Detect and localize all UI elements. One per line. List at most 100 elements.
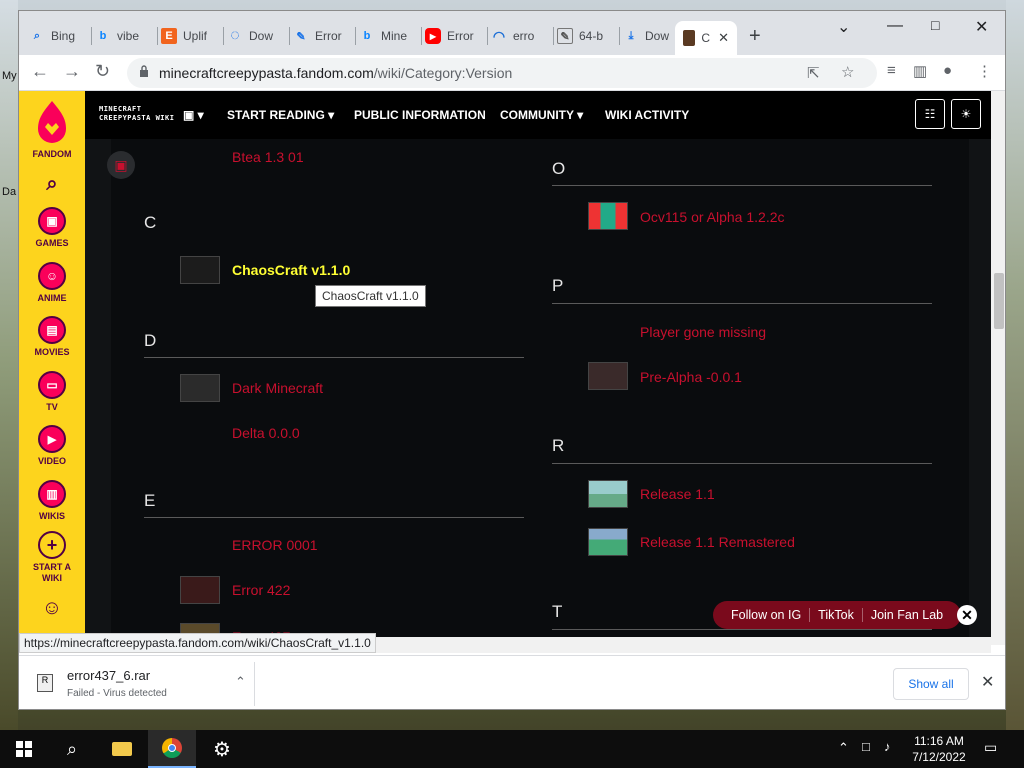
back-button[interactable]: ← (31, 61, 49, 82)
system-clock[interactable]: 11:16 AM 7/12/2022 (904, 733, 974, 765)
settings-gear-icon[interactable]: ⚙ (198, 730, 246, 768)
explore-menu-icon[interactable]: ▣ ▾ (183, 108, 204, 122)
lock-icon[interactable]: ▣ (107, 151, 135, 179)
chrome-icon[interactable] (148, 730, 196, 768)
entry-thumbnail[interactable] (588, 528, 628, 556)
tab-active-minecraft[interactable]: C ✕ (675, 21, 737, 55)
category-entry-link[interactable]: Ocv115 or Alpha 1.2.2c (640, 209, 785, 225)
category-entry-link[interactable]: ERROR 0001 (232, 537, 318, 553)
category-entry-link[interactable]: Dark Minecraft (232, 380, 323, 396)
windows-start-icon[interactable] (0, 730, 48, 768)
chevron-up-icon[interactable]: ⌃ (235, 674, 246, 690)
profile-icon[interactable]: ● (943, 62, 952, 79)
entry-thumbnail[interactable] (588, 362, 628, 390)
tiktok-link[interactable]: TikTok (810, 608, 863, 622)
maximize-button[interactable]: □ (931, 17, 939, 33)
category-entry-link[interactable]: Player gone missing (640, 324, 766, 340)
menu-icon[interactable]: ⋮ (977, 62, 992, 80)
follow-ig-link[interactable]: Follow on IG (723, 608, 811, 622)
wiki-wordmark[interactable]: MINECRAFT CREEPYPASTA WIKI (99, 105, 174, 123)
tab-vibe[interactable]: b vibe (95, 23, 158, 49)
clock-date: 7/12/2022 (912, 750, 966, 764)
close-icon[interactable]: ✕ (957, 605, 977, 625)
discussions-icon[interactable]: ☷ (915, 99, 945, 129)
tab-error-1[interactable]: ✎ Error (293, 23, 356, 49)
entry-thumbnail[interactable] (588, 202, 628, 230)
theme-toggle-icon[interactable]: ☀ (951, 99, 981, 129)
join-fan-lab-link[interactable]: Join Fan Lab (863, 608, 951, 622)
reload-button[interactable]: ↻ (95, 61, 110, 82)
side-panel-icon[interactable]: ▥ (913, 62, 927, 80)
category-entry-link[interactable]: Pre-Alpha -0.0.1 (640, 369, 742, 385)
reading-list-icon[interactable]: ≡ (887, 62, 896, 79)
entry-thumbnail[interactable] (180, 576, 220, 604)
category-entry-link[interactable]: ChaosCraft v1.1.0 (232, 262, 350, 278)
edit-icon: ✎ (557, 28, 573, 44)
show-all-button[interactable]: Show all (893, 668, 969, 700)
tab-bing[interactable]: ⌕ Bing (29, 23, 92, 49)
rail-item-tv[interactable]: ▭ TV (19, 371, 85, 412)
rail-item-anime[interactable]: ☺ ANIME (19, 262, 85, 303)
download-status: Failed - Virus detected (67, 688, 167, 699)
minimize-button[interactable]: — (887, 17, 903, 35)
rail-item-wikis[interactable]: ▥ WIKIS (19, 480, 85, 521)
tray-chevron-icon[interactable]: ⌃ (838, 740, 849, 756)
section-divider (552, 463, 932, 464)
download-item[interactable]: R error437_6.rar Failed - Virus detected… (27, 662, 255, 706)
film-icon: ▤ (38, 316, 66, 344)
entry-thumbnail[interactable] (180, 374, 220, 402)
rail-item-movies[interactable]: ▤ MOVIES (19, 316, 85, 357)
category-entry-link[interactable]: Delta 0.0.0 (232, 425, 300, 441)
nav-wiki-activity[interactable]: WIKI ACTIVITY (605, 108, 689, 122)
rail-item-start-wiki[interactable]: + START A WIKI (19, 531, 85, 584)
anime-icon: ☺ (38, 262, 66, 290)
network-icon[interactable]: □ (862, 739, 870, 754)
nav-start-reading[interactable]: START READING ▾ (227, 108, 334, 122)
fandom-rail: FANDOM ⌕ ▣ GAMES ☺ ANIME ▤ MOVIES ▭ TV ▶… (19, 91, 85, 645)
volume-icon[interactable]: ♪ (884, 739, 891, 754)
forward-button[interactable]: → (63, 61, 81, 82)
vertical-scrollbar[interactable] (991, 91, 1005, 645)
browser-window: ⌕ Bing b vibe E Uplif ◌ Dow ✎ Error b Mi… (18, 10, 1006, 710)
category-entry-link[interactable]: Release 1.1 Remastered (640, 534, 795, 550)
close-tab-icon[interactable]: ✕ (718, 30, 729, 46)
nav-label: START READING (227, 108, 325, 122)
search-icon[interactable]: ⌕ (48, 730, 96, 768)
tab-mine[interactable]: b Mine (359, 23, 422, 49)
section-letter: O (552, 159, 566, 178)
file-explorer-icon[interactable] (98, 730, 146, 768)
entry-thumbnail[interactable] (588, 480, 628, 508)
desktop-icon-label[interactable]: My (2, 70, 17, 82)
rail-item-video[interactable]: ▶ VIDEO (19, 425, 85, 466)
tab-label: C (701, 31, 711, 45)
tab-error-youtube[interactable]: ▶ Error (425, 23, 488, 49)
loading-icon: ◌ (230, 27, 240, 44)
category-entry-link[interactable]: Btea 1.3 01 (232, 149, 304, 165)
tab-erro[interactable]: ◠ erro (491, 23, 554, 49)
nav-community[interactable]: COMMUNITY ▾ (500, 108, 583, 122)
close-icon[interactable]: ✕ (981, 672, 994, 692)
category-entry-link[interactable]: Error 422 (232, 582, 290, 598)
address-bar[interactable]: minecraftcreepypasta.fandom.com/wiki/Cat… (127, 58, 877, 88)
book-icon: ▥ (38, 480, 66, 508)
scrollbar-thumb[interactable] (994, 273, 1004, 329)
tab-uplif[interactable]: E Uplif (161, 23, 224, 49)
close-window-button[interactable]: ✕ (975, 17, 988, 37)
rail-item-games[interactable]: ▣ GAMES (19, 207, 85, 248)
desktop-icon-label[interactable]: Da (2, 186, 16, 198)
rail-label: MOVIES (34, 347, 70, 357)
category-entry-link[interactable]: Release 1.1 (640, 486, 715, 502)
notification-icon[interactable]: ▭ (984, 739, 997, 756)
search-icon[interactable]: ⌕ (19, 173, 85, 196)
nav-public-information[interactable]: PUBLIC INFORMATION (354, 108, 486, 122)
share-icon[interactable]: ⇱ (807, 64, 820, 82)
new-tab-button[interactable]: + (749, 25, 761, 48)
user-icon[interactable]: ☺ (19, 597, 85, 620)
fandom-logo[interactable]: FANDOM (19, 99, 85, 159)
tab-label: Error (447, 29, 474, 43)
tab-64b[interactable]: ✎ 64-b (557, 23, 620, 49)
star-icon[interactable]: ☆ (841, 63, 854, 81)
entry-thumbnail[interactable] (180, 256, 220, 284)
tab-download-1[interactable]: ◌ Dow (227, 23, 290, 49)
chevron-down-icon[interactable]: ⌄ (837, 17, 850, 37)
